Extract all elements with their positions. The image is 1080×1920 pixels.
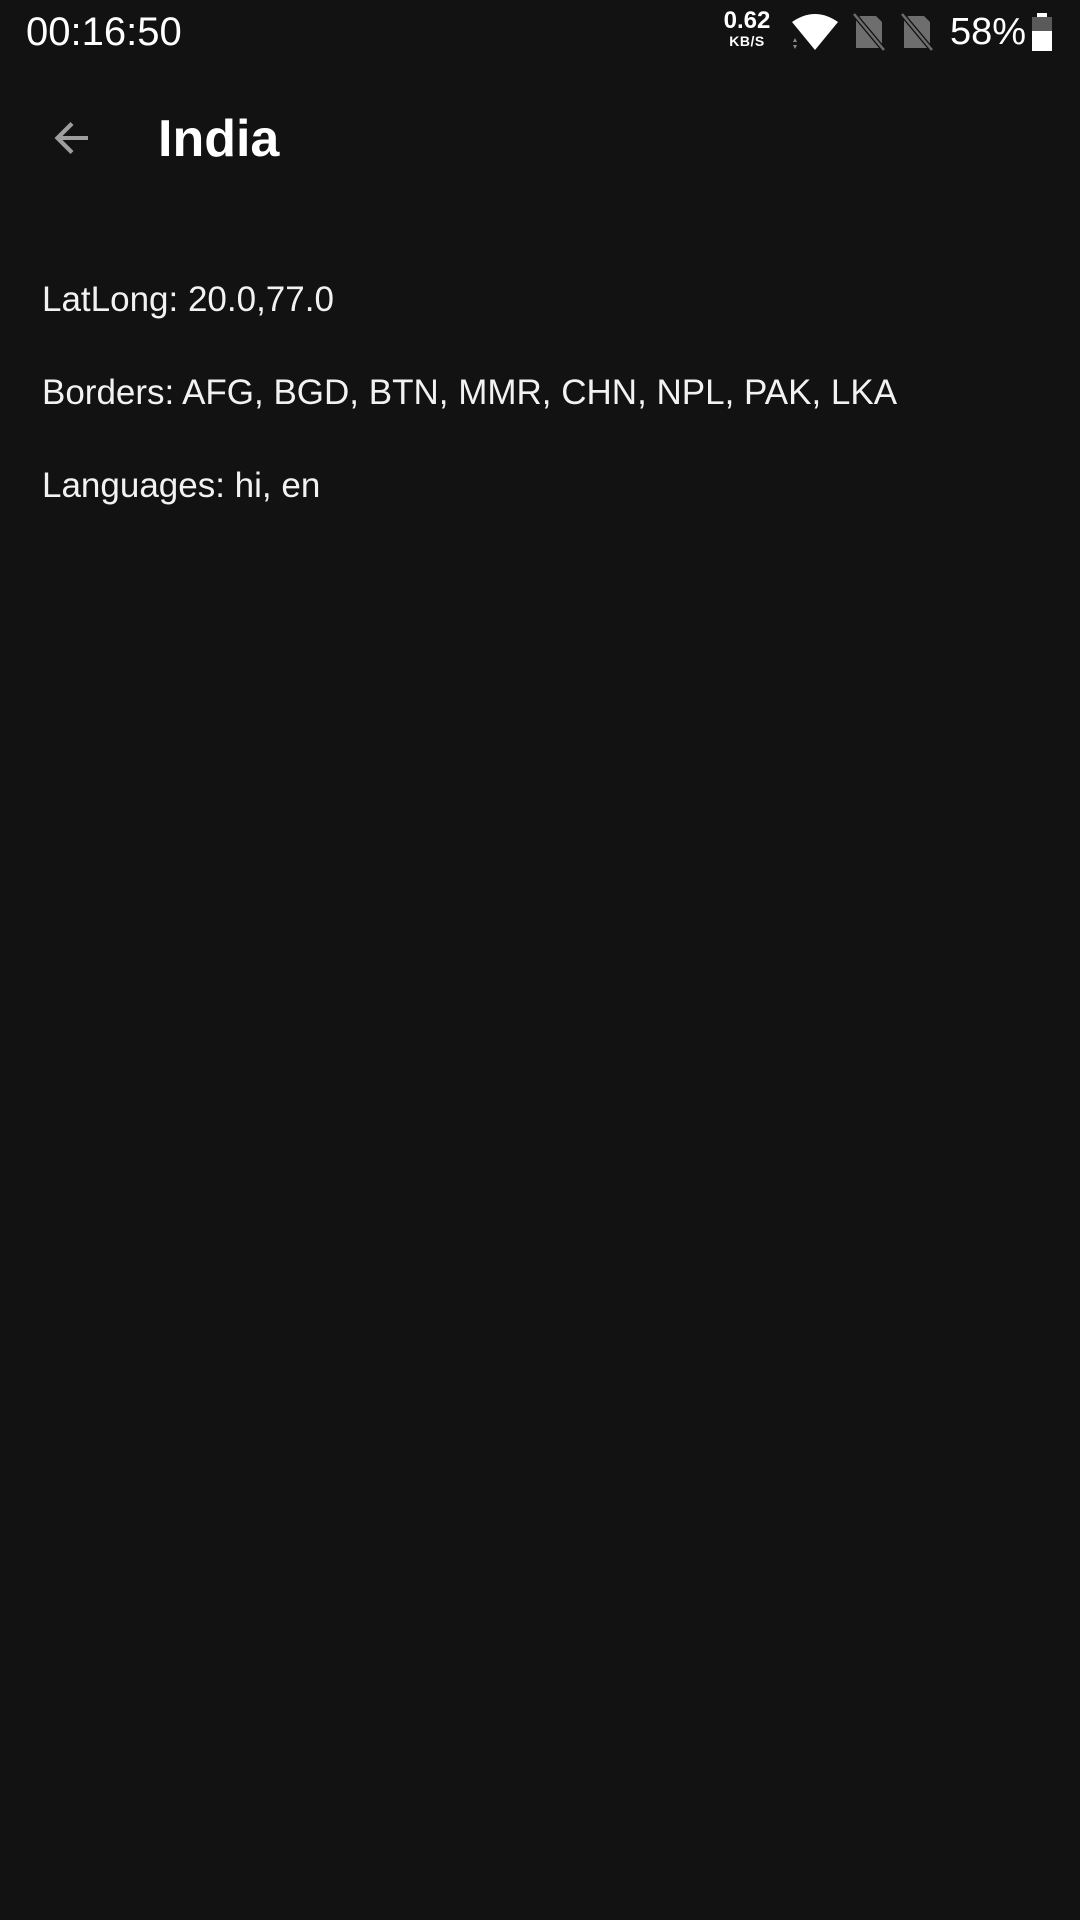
latlong-text: LatLong: 20.0,77.0 [42,280,334,319]
status-time: 00:16:50 [26,10,182,54]
page-title: India [158,110,280,168]
network-speed-value: 0.62 [723,7,771,34]
network-speed-unit: KB/S [729,33,765,49]
country-details: LatLong: 20.0,77.0 Borders: AFG, BGD, BT… [42,272,1042,551]
borders-text: Borders: AFG, BGD, BTN, MMR, CHN, NPL, P… [42,373,898,412]
no-sim-icon [852,12,886,52]
battery-icon [1030,12,1054,52]
back-button[interactable] [36,102,108,174]
languages-text: Languages: hi, en [42,466,321,505]
arrow-back-icon [54,122,88,154]
network-speed-indicator: 0.62 KB/S [716,7,778,49]
no-sim-icon [900,12,934,52]
status-bar: 00:16:50 0.62 KB/S 58% [0,0,1080,64]
app-bar: India [0,64,1080,212]
wifi-icon [790,12,840,52]
battery-percent: 58% [950,11,1027,53]
